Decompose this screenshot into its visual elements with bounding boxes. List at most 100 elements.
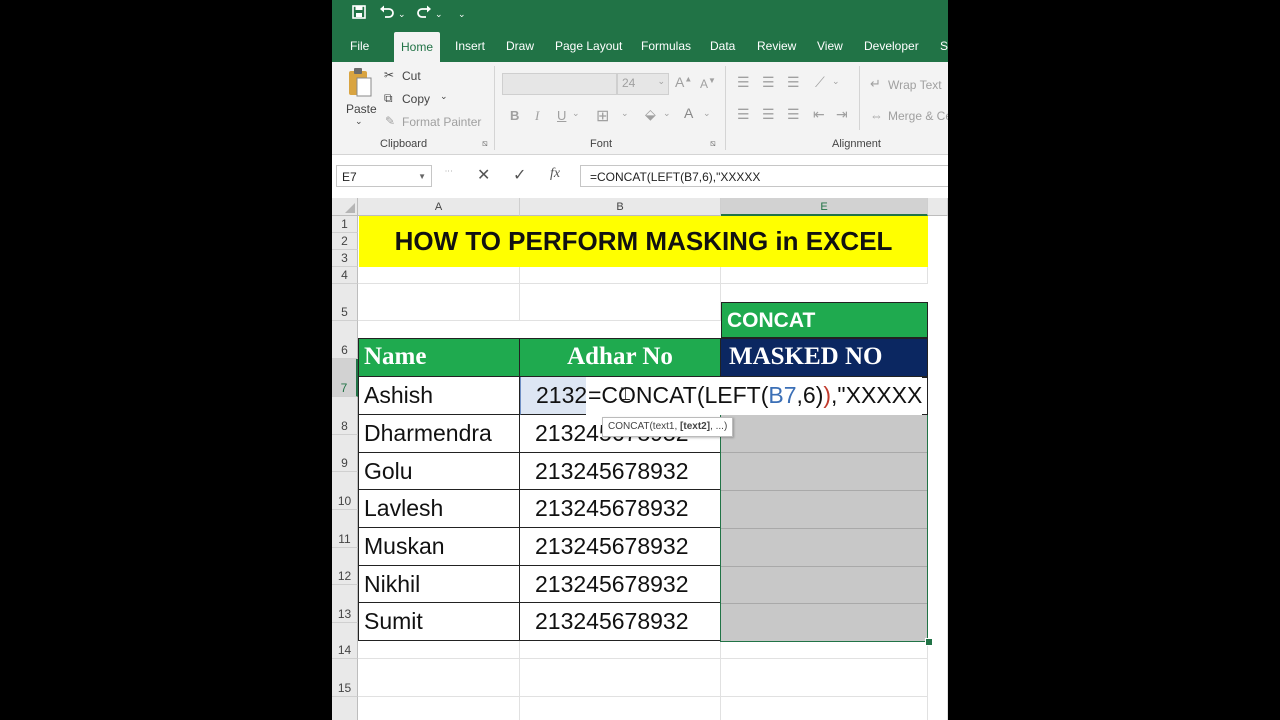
tab-formulas[interactable]: Formulas — [641, 30, 691, 62]
align-left-icon[interactable]: ☰ — [737, 106, 750, 123]
cell-a9[interactable]: Golu — [358, 453, 520, 490]
row-header-6[interactable]: 6 — [332, 321, 358, 359]
header-adhar-cell[interactable]: Adhar No — [520, 338, 721, 377]
cut-button[interactable]: Cut — [402, 69, 421, 83]
header-masked-cell[interactable]: MASKED NO — [721, 338, 928, 377]
redo-icon[interactable] — [416, 5, 432, 24]
align-center-icon[interactable]: ☰ — [762, 106, 775, 123]
row-header-3[interactable]: 3 — [332, 250, 358, 267]
borders-dropdown-icon[interactable]: ⌄ — [621, 108, 629, 119]
copy-icon[interactable]: ⧉ — [384, 91, 393, 106]
undo-icon[interactable] — [379, 5, 395, 24]
tab-page-layout[interactable]: Page Layout — [555, 30, 622, 62]
tab-developer[interactable]: Developer — [864, 30, 919, 62]
save-icon[interactable] — [352, 5, 366, 24]
row-header-1[interactable]: 1 — [332, 216, 358, 233]
enter-formula-button[interactable]: ✓ — [513, 165, 526, 185]
paste-icon[interactable] — [346, 68, 372, 98]
name-box[interactable]: E7 ▼ — [336, 165, 432, 187]
format-painter-button[interactable]: Format Painter — [402, 115, 481, 129]
cell-e15[interactable] — [721, 659, 928, 697]
paste-dropdown-icon[interactable]: ⌄ — [355, 116, 363, 127]
cell-a15[interactable] — [358, 659, 520, 697]
undo-dropdown-icon[interactable]: ⌄ — [398, 5, 406, 23]
cell-a4[interactable] — [358, 267, 520, 284]
copy-button[interactable]: Copy — [402, 92, 430, 106]
cell-b16[interactable] — [520, 697, 721, 720]
row-header-13[interactable]: 13 — [332, 585, 358, 623]
column-header-next[interactable] — [928, 198, 948, 216]
cell-a5[interactable] — [358, 284, 520, 321]
row-header-10[interactable]: 10 — [332, 472, 358, 510]
tab-file[interactable]: File — [350, 30, 369, 62]
row-header-9[interactable]: 9 — [332, 435, 358, 472]
font-color-button[interactable]: A — [684, 105, 693, 121]
borders-icon[interactable]: ⊞ — [596, 106, 609, 126]
cell-a16[interactable] — [358, 697, 520, 720]
underline-button[interactable]: U — [557, 108, 566, 123]
row-header-5[interactable]: 5 — [332, 284, 358, 321]
clipboard-launcher-icon[interactable]: ⧅ — [482, 138, 488, 149]
decrease-font-icon[interactable]: A▼ — [700, 76, 716, 91]
italic-button[interactable]: I — [535, 108, 539, 124]
row-header-7[interactable]: 7 — [332, 359, 358, 397]
cell-b4[interactable] — [520, 267, 721, 284]
tab-home[interactable]: Home — [394, 32, 441, 62]
redo-dropdown-icon[interactable]: ⌄ — [435, 5, 443, 23]
align-bottom-icon[interactable]: ☰ — [787, 74, 800, 91]
align-middle-icon[interactable]: ☰ — [762, 74, 775, 91]
cell-b10[interactable]: 213245678932 — [520, 490, 721, 528]
cell-a8[interactable]: Dharmendra — [358, 415, 520, 453]
column-header-b[interactable]: B — [520, 198, 721, 216]
column-header-a[interactable]: A — [358, 198, 520, 216]
tab-review[interactable]: Review — [757, 30, 796, 62]
decrease-indent-icon[interactable]: ⇤ — [813, 106, 825, 123]
bold-button[interactable]: B — [510, 108, 519, 123]
cell-e16[interactable] — [721, 697, 928, 720]
align-right-icon[interactable]: ☰ — [787, 106, 800, 123]
font-name-combo[interactable] — [502, 73, 617, 95]
formula-input[interactable]: =CONCAT(LEFT(B7,6),"XXXXX — [580, 165, 948, 187]
cell-e4[interactable] — [721, 267, 928, 284]
insert-function-button[interactable]: fx — [550, 166, 560, 182]
font-color-dropdown-icon[interactable]: ⌄ — [703, 108, 711, 119]
cell-a11[interactable]: Muskan — [358, 528, 520, 566]
cell-a10[interactable]: Lavlesh — [358, 490, 520, 528]
concat-label-cell[interactable]: CONCAT — [721, 302, 928, 338]
format-painter-icon[interactable]: ✎ — [385, 114, 395, 128]
wrap-text-icon[interactable]: ↵ — [870, 76, 881, 92]
cell-a13[interactable]: Sumit — [358, 603, 520, 641]
masked-output-range[interactable] — [721, 415, 928, 641]
orientation-icon[interactable]: ⟋ — [815, 74, 825, 91]
cell-a7[interactable]: Ashish — [358, 377, 520, 415]
row-header-4[interactable]: 4 — [332, 267, 358, 284]
merge-icon[interactable]: ⇔ — [870, 108, 883, 123]
customize-icon[interactable]: ⌄ — [458, 5, 466, 23]
title-banner[interactable]: HOW TO PERFORM MASKING in EXCEL — [359, 216, 928, 267]
row-header-14[interactable]: 14 — [332, 623, 358, 659]
row-header-11[interactable]: 11 — [332, 510, 358, 548]
tab-draw[interactable]: Draw — [506, 30, 534, 62]
orientation-dropdown-icon[interactable]: ⌄ — [832, 76, 840, 87]
row-header-16[interactable] — [332, 697, 358, 720]
font-size-dropdown-icon[interactable]: ⌄ — [657, 76, 665, 87]
merge-center-button[interactable]: Merge & Ce — [888, 109, 948, 123]
cell-a12[interactable]: Nikhil — [358, 566, 520, 603]
cut-icon[interactable]: ✂ — [384, 68, 394, 82]
font-size-combo[interactable]: 24 ⌄ — [617, 73, 669, 95]
align-top-icon[interactable]: ☰ — [737, 74, 750, 91]
select-all-corner[interactable] — [332, 198, 358, 216]
cell-b11[interactable]: 213245678932 — [520, 528, 721, 566]
tab-overflow[interactable]: S — [940, 30, 948, 62]
tab-insert[interactable]: Insert — [455, 30, 485, 62]
cell-b15[interactable] — [520, 659, 721, 697]
wrap-text-button[interactable]: Wrap Text — [888, 78, 942, 92]
row-header-2[interactable]: 2 — [332, 233, 358, 250]
in-cell-formula[interactable]: =CONCAT(LEFT(B7,6)),"XXXXX — [586, 377, 923, 415]
tab-view[interactable]: View — [817, 30, 843, 62]
cell-b12[interactable]: 213245678932 — [520, 566, 721, 603]
font-launcher-icon[interactable]: ⧅ — [710, 138, 716, 149]
row-header-8[interactable]: 8 — [332, 397, 358, 435]
header-name-cell[interactable]: Name — [358, 338, 520, 377]
increase-font-icon[interactable]: A▲ — [675, 74, 692, 90]
